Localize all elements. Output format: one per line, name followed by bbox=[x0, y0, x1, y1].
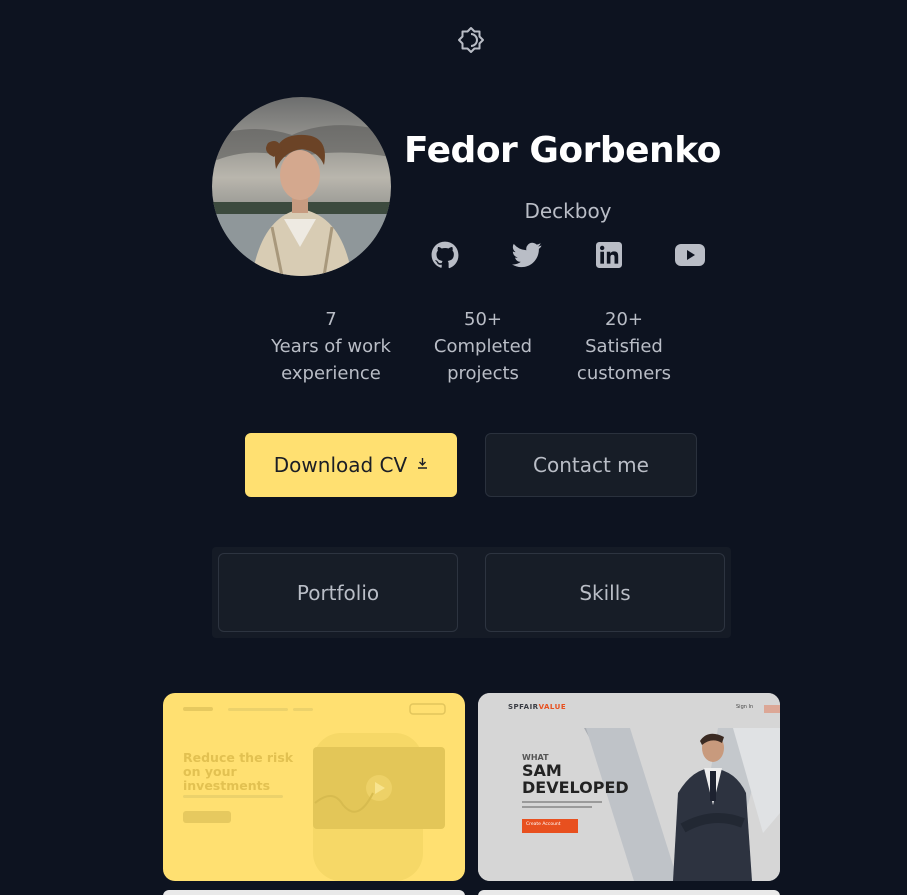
twitter-icon bbox=[512, 242, 542, 268]
download-cv-button[interactable]: Download CV bbox=[245, 433, 457, 497]
card-brand: SPFAIRVALUE bbox=[508, 703, 567, 711]
avatar bbox=[212, 97, 391, 276]
stat-projects: 50+ Completed projects bbox=[408, 306, 558, 387]
portfolio-card-next[interactable] bbox=[478, 890, 780, 895]
brightness-icon bbox=[458, 27, 484, 53]
download-icon bbox=[417, 457, 428, 473]
profile-nickname: Deckboy bbox=[524, 199, 612, 223]
tab-skills[interactable]: Skills bbox=[485, 553, 725, 632]
stat-label: Completed bbox=[433, 336, 533, 357]
stat-label: Years of work bbox=[271, 336, 391, 357]
github-link[interactable] bbox=[430, 240, 460, 270]
stat-label: customers bbox=[576, 363, 672, 384]
card-cta: Create Account bbox=[526, 822, 561, 827]
stat-label: Satisfied bbox=[585, 336, 663, 357]
stat-experience: 7 Years of work experience bbox=[256, 306, 406, 387]
section-tabs: Portfolio Skills bbox=[212, 547, 731, 638]
stat-label: experience bbox=[281, 363, 381, 384]
stat-value: 7 bbox=[325, 309, 337, 330]
card-headline: Reduce the risk on your investments bbox=[183, 750, 294, 793]
portfolio-card-next[interactable] bbox=[163, 890, 465, 895]
card-headline: SAM DEVELOPED bbox=[522, 761, 629, 797]
tab-label: Portfolio bbox=[296, 580, 380, 605]
download-cv-label: Download CV bbox=[273, 453, 408, 477]
linkedin-link[interactable] bbox=[594, 240, 624, 270]
theme-toggle-button[interactable] bbox=[455, 24, 487, 56]
stat-value: 50+ bbox=[464, 309, 502, 330]
contact-me-button[interactable]: Contact me bbox=[485, 433, 697, 497]
card-nav-signin: Sign In bbox=[736, 704, 754, 710]
contact-me-label: Contact me bbox=[533, 453, 649, 477]
stat-customers: 20+ Satisfied customers bbox=[549, 306, 699, 387]
github-icon bbox=[431, 241, 459, 269]
portfolio-card-spfairvalue[interactable]: SPFAIRVALUE Sign In WHAT SAM DEVELOPED C… bbox=[478, 693, 780, 881]
stat-label: projects bbox=[447, 363, 519, 384]
tab-portfolio[interactable]: Portfolio bbox=[218, 553, 458, 632]
youtube-link[interactable] bbox=[675, 240, 705, 270]
stat-value: 20+ bbox=[605, 309, 643, 330]
profile-name: Fedor Gorbenko bbox=[404, 130, 721, 171]
tab-label: Skills bbox=[579, 580, 631, 605]
twitter-link[interactable] bbox=[512, 240, 542, 270]
linkedin-icon bbox=[596, 242, 622, 268]
youtube-icon bbox=[675, 244, 705, 266]
portfolio-card-investments[interactable]: Reduce the risk on your investments bbox=[163, 693, 465, 881]
